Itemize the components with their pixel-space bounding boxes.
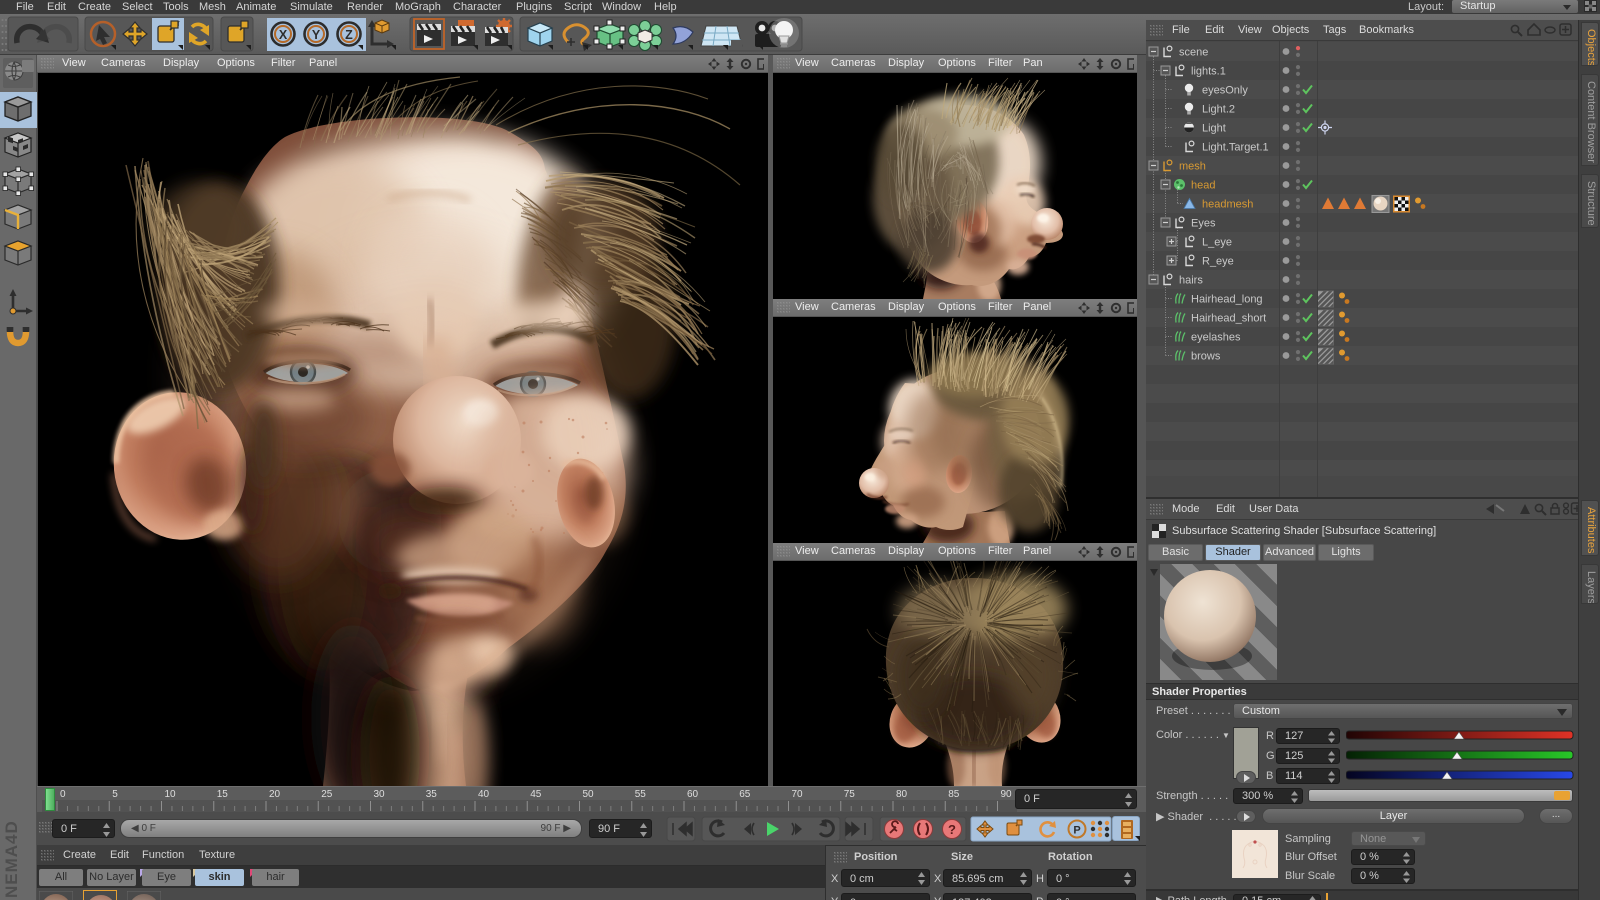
svg-text:55: 55: [635, 789, 647, 800]
svg-text:5: 5: [112, 789, 118, 800]
svg-text:40: 40: [478, 789, 490, 800]
svg-text:35: 35: [426, 789, 438, 800]
svg-text:10: 10: [165, 789, 177, 800]
svg-text:R_eye: R_eye: [1202, 256, 1234, 268]
svg-text:L_eye: L_eye: [1202, 237, 1232, 249]
svg-text:lights.1: lights.1: [1191, 66, 1226, 78]
svg-text:Hairhead_long: Hairhead_long: [1191, 294, 1263, 306]
svg-text:hairs: hairs: [1179, 275, 1203, 287]
svg-text:90: 90: [1001, 789, 1013, 800]
svg-text:75: 75: [844, 789, 856, 800]
svg-text:Eyes: Eyes: [1191, 218, 1216, 230]
svg-text:scene: scene: [1179, 47, 1208, 59]
svg-text:P: P: [1073, 825, 1080, 837]
svg-text:60: 60: [687, 789, 699, 800]
svg-text:mesh: mesh: [1179, 161, 1206, 173]
svg-text:65: 65: [739, 789, 751, 800]
svg-text:Hairhead_short: Hairhead_short: [1191, 313, 1266, 325]
svg-text:50: 50: [583, 789, 595, 800]
svg-text:80: 80: [896, 789, 908, 800]
svg-text:?: ?: [948, 822, 956, 837]
svg-text:eyelashes: eyelashes: [1191, 332, 1241, 344]
svg-text:15: 15: [217, 789, 229, 800]
svg-text:0: 0: [60, 789, 66, 800]
svg-text:70: 70: [792, 789, 804, 800]
svg-text:Z: Z: [345, 28, 353, 42]
svg-text:headmesh: headmesh: [1202, 199, 1253, 211]
svg-text:Light: Light: [1202, 123, 1226, 135]
svg-text:85: 85: [948, 789, 960, 800]
svg-text:25: 25: [321, 789, 333, 800]
svg-text:Light.Target.1: Light.Target.1: [1202, 142, 1269, 154]
svg-text:X: X: [279, 28, 288, 42]
svg-text:20: 20: [269, 789, 281, 800]
svg-text:eyesOnly: eyesOnly: [1202, 85, 1248, 97]
svg-text:Y: Y: [312, 28, 321, 42]
svg-text:45: 45: [530, 789, 542, 800]
svg-text:head: head: [1191, 180, 1215, 192]
svg-text:Light.2: Light.2: [1202, 104, 1235, 116]
svg-text:brows: brows: [1191, 351, 1221, 363]
svg-text:30: 30: [374, 789, 386, 800]
